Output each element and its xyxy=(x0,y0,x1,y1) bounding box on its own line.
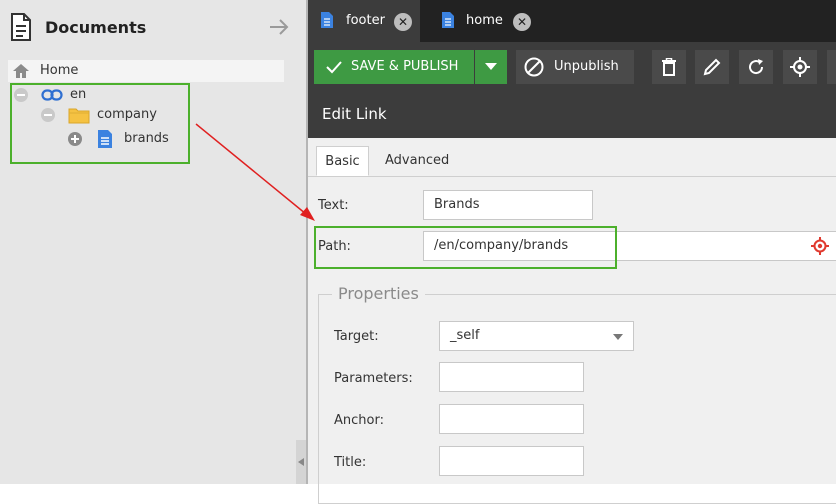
unpublish-button[interactable]: Unpublish xyxy=(516,50,634,84)
unpublish-label: Unpublish xyxy=(554,59,619,74)
target-icon[interactable] xyxy=(811,237,829,255)
save-publish-label: SAVE & PUBLISH xyxy=(351,59,459,74)
target-select[interactable]: _self xyxy=(439,321,634,351)
tree-label-home: Home xyxy=(40,63,79,78)
properties-legend: Properties xyxy=(332,284,425,303)
more-button[interactable] xyxy=(827,50,836,84)
parameters-input[interactable] xyxy=(439,362,584,392)
edit-link-title: Edit Link xyxy=(322,105,387,123)
anchor-label: Anchor: xyxy=(334,413,384,428)
crosshair-icon xyxy=(790,57,810,77)
close-icon[interactable]: ✕ xyxy=(513,13,531,31)
edit-button[interactable] xyxy=(695,50,729,84)
tab-basic[interactable]: Basic xyxy=(316,146,369,176)
pencil-icon xyxy=(703,58,721,76)
save-options-dropdown[interactable] xyxy=(475,50,507,84)
target-select-value: _self xyxy=(450,328,480,343)
splitter-handle[interactable] xyxy=(296,440,306,484)
delete-button[interactable] xyxy=(652,50,686,84)
document-icon xyxy=(11,13,31,41)
form-tabs: Basic Advanced xyxy=(308,138,836,177)
page-icon xyxy=(321,12,333,28)
path-highlight-box xyxy=(314,226,617,269)
chevron-left-icon xyxy=(298,458,304,466)
documents-header: Documents xyxy=(0,0,306,56)
text-label: Text: xyxy=(318,198,349,213)
tree-item-home[interactable]: Home xyxy=(8,60,284,82)
parameters-label: Parameters: xyxy=(334,371,413,386)
block-icon xyxy=(524,57,544,77)
checkmark-icon xyxy=(326,61,342,74)
document-tabs: footer ✕ home ✕ xyxy=(308,0,836,42)
locate-button[interactable] xyxy=(783,50,817,84)
target-label: Target: xyxy=(334,329,379,344)
panel-title: Documents xyxy=(45,18,147,37)
page-icon xyxy=(442,12,454,28)
tab-label: home xyxy=(466,13,503,28)
caret-down-icon xyxy=(485,63,497,70)
title-label: Title: xyxy=(334,455,367,470)
home-icon xyxy=(13,64,29,78)
tab-footer[interactable]: footer ✕ xyxy=(308,0,420,42)
edit-link-header: Edit Link xyxy=(308,92,836,138)
text-input[interactable]: Brands xyxy=(423,190,593,220)
documents-panel: Documents Home en company brands xyxy=(0,0,306,484)
tree-highlight-box xyxy=(10,83,190,164)
tab-advanced[interactable]: Advanced xyxy=(385,146,449,176)
anchor-input[interactable] xyxy=(439,404,584,434)
title-input[interactable] xyxy=(439,446,584,476)
reload-button[interactable] xyxy=(739,50,773,84)
trash-icon xyxy=(662,58,676,76)
editor-toolbar: SAVE & PUBLISH Unpublish xyxy=(308,42,836,92)
save-publish-button[interactable]: SAVE & PUBLISH xyxy=(314,50,474,84)
tab-home[interactable]: home ✕ xyxy=(428,0,540,42)
edit-link-form: Basic Advanced Text: Brands Path: /en/co… xyxy=(308,138,836,504)
close-icon[interactable]: ✕ xyxy=(394,13,412,31)
refresh-icon xyxy=(749,59,764,75)
caret-down-icon xyxy=(613,334,623,340)
tab-label: footer xyxy=(346,13,385,28)
arrow-right-icon[interactable] xyxy=(268,17,290,37)
editor-panel: footer ✕ home ✕ SAVE & PUBLISH Unpublish… xyxy=(308,0,836,504)
